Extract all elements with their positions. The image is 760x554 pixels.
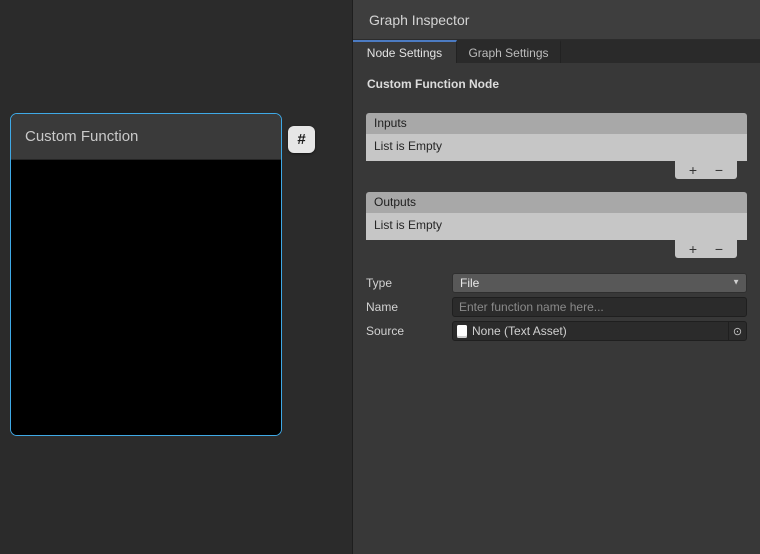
source-object-value: None (Text Asset) [472, 322, 728, 340]
source-row: Source None (Text Asset) ⊙ [366, 321, 747, 341]
node-title: Custom Function [25, 128, 138, 145]
name-label: Name [366, 300, 452, 314]
tab-graph-settings[interactable]: Graph Settings [457, 40, 561, 63]
section-title: Custom Function Node [367, 77, 747, 91]
inspector-content: Custom Function Node Inputs List is Empt… [353, 63, 760, 554]
inspector-tabbar: Node Settings Graph Settings [353, 40, 760, 63]
tab-node-settings[interactable]: Node Settings [353, 40, 457, 63]
graph-inspector-panel: Graph Inspector Node Settings Graph Sett… [352, 0, 760, 554]
inputs-list: Inputs List is Empty + − [366, 113, 747, 179]
type-row: Type File ▼ [366, 273, 747, 293]
inspector-header: Graph Inspector [353, 0, 760, 40]
inputs-list-footer: + − [675, 161, 737, 179]
object-picker-icon[interactable]: ⊙ [728, 322, 746, 340]
tab-graph-settings-label: Graph Settings [468, 46, 548, 60]
inputs-remove-button[interactable]: − [706, 162, 732, 178]
node-header[interactable]: Custom Function [11, 114, 281, 160]
outputs-list-header: Outputs [366, 192, 747, 213]
outputs-list-footer: + − [675, 240, 737, 258]
type-dropdown-value: File [460, 276, 479, 290]
custom-function-node[interactable]: Custom Function [10, 113, 282, 436]
text-asset-icon [457, 325, 467, 338]
type-dropdown[interactable]: File ▼ [452, 273, 747, 293]
outputs-list-empty: List is Empty [366, 213, 747, 240]
chevron-down-icon: ▼ [732, 274, 740, 292]
hash-badge-button[interactable]: # [288, 126, 315, 153]
type-label: Type [366, 276, 452, 290]
outputs-remove-button[interactable]: − [706, 241, 732, 257]
inspector-title: Graph Inspector [369, 12, 469, 28]
inputs-list-header: Inputs [366, 113, 747, 134]
tab-node-settings-label: Node Settings [367, 46, 442, 60]
source-label: Source [366, 324, 452, 338]
inputs-add-button[interactable]: + [680, 162, 706, 178]
function-name-input[interactable] [452, 297, 747, 317]
name-row: Name [366, 297, 747, 317]
source-object-field[interactable]: None (Text Asset) ⊙ [452, 321, 747, 341]
inputs-list-empty: List is Empty [366, 134, 747, 161]
outputs-add-button[interactable]: + [680, 241, 706, 257]
hash-icon: # [297, 131, 305, 148]
node-fields: Type File ▼ Name Source [366, 273, 747, 341]
node-body [11, 160, 281, 435]
outputs-list: Outputs List is Empty + − [366, 192, 747, 258]
